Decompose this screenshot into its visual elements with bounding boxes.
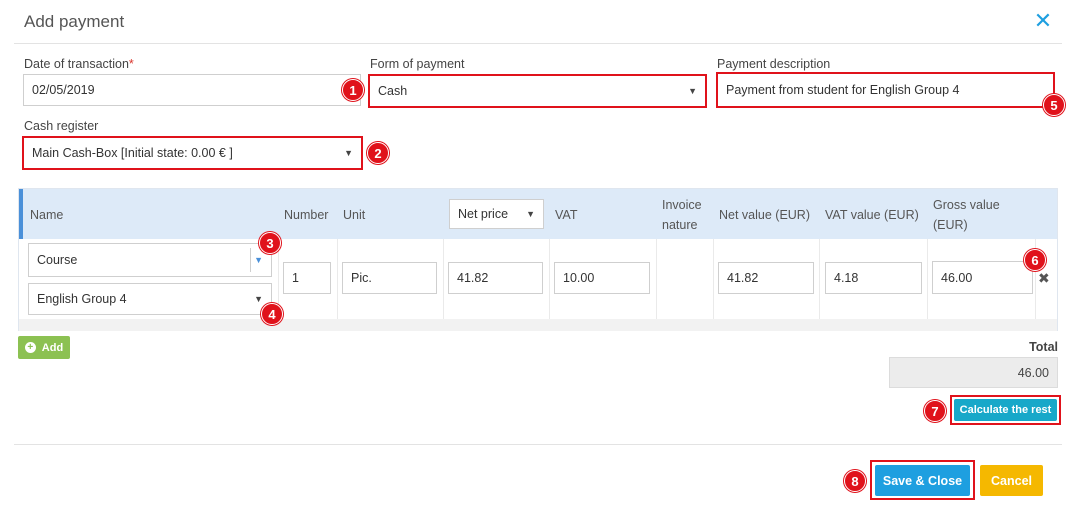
column-divider bbox=[713, 239, 714, 319]
annotation-badge-7: 7 bbox=[924, 400, 946, 422]
date-field[interactable]: 02/05/2019 bbox=[23, 74, 361, 106]
annotation-badge-8: 8 bbox=[844, 470, 866, 492]
vat-input[interactable]: 10.00 bbox=[554, 262, 650, 294]
gross-value-input[interactable]: 46.00 bbox=[932, 261, 1033, 294]
net-price-input[interactable]: 41.82 bbox=[448, 262, 543, 294]
date-value: 02/05/2019 bbox=[32, 83, 95, 97]
plus-circle-icon: + bbox=[24, 342, 36, 353]
name-type-value: Course bbox=[37, 253, 78, 267]
save-close-button[interactable]: Save & Close bbox=[875, 465, 970, 496]
dialog-title: Add payment bbox=[24, 12, 125, 31]
calculate-rest-button[interactable]: Calculate the rest bbox=[954, 399, 1057, 421]
column-divider bbox=[443, 239, 444, 319]
total-label: Total bbox=[1029, 340, 1058, 354]
vat-value-input[interactable]: 4.18 bbox=[825, 262, 922, 294]
caret-down-icon: ▼ bbox=[254, 255, 263, 265]
net-value-input[interactable]: 41.82 bbox=[718, 262, 814, 294]
number-input[interactable]: 1 bbox=[283, 262, 331, 294]
header-net-value: Net value (EUR) bbox=[719, 208, 810, 222]
header-number: Number bbox=[284, 208, 329, 222]
header-divider bbox=[14, 43, 1062, 44]
unit-input[interactable]: Pic. bbox=[342, 262, 437, 294]
cancel-button[interactable]: Cancel bbox=[980, 465, 1043, 496]
payment-description-label: Payment description bbox=[717, 57, 831, 71]
table-header-accent bbox=[19, 189, 23, 239]
price-type-value: Net price bbox=[458, 207, 509, 221]
form-of-payment-value: Cash bbox=[378, 84, 408, 98]
column-divider bbox=[656, 239, 657, 319]
caret-down-icon: ▼ bbox=[254, 294, 263, 304]
table-scrollbar[interactable] bbox=[19, 319, 1057, 331]
table-header: Name Number Unit Net price ▼ VAT Invoice… bbox=[19, 189, 1057, 239]
cash-register-select[interactable]: Main Cash-Box [Initial state: 0.00 € ] ▼ bbox=[22, 136, 363, 170]
total-value: 46.00 bbox=[889, 357, 1058, 388]
header-unit: Unit bbox=[343, 208, 366, 222]
remove-row-icon[interactable]: ✖ bbox=[1038, 270, 1050, 287]
header-vat: VAT bbox=[555, 208, 578, 222]
header-name: Name bbox=[30, 208, 64, 222]
column-divider bbox=[549, 239, 550, 319]
annotation-badge-3: 3 bbox=[259, 232, 281, 254]
header-gross-value: Gross value (EUR) bbox=[933, 198, 1000, 232]
annotation-badge-6: 6 bbox=[1024, 249, 1046, 271]
payment-description-input[interactable]: Payment from student for English Group 4 bbox=[716, 72, 1055, 108]
select-divider bbox=[250, 248, 251, 272]
close-icon[interactable]: ✕ bbox=[1032, 9, 1054, 33]
annotation-badge-5: 5 bbox=[1043, 94, 1065, 116]
required-marker: * bbox=[128, 57, 134, 71]
form-of-payment-label: Form of payment bbox=[370, 57, 465, 71]
annotation-badge-1: 1 bbox=[342, 79, 364, 101]
column-divider bbox=[927, 239, 928, 319]
caret-down-icon: ▼ bbox=[688, 86, 697, 96]
name-item-select[interactable]: English Group 4 ▼ bbox=[28, 283, 272, 315]
form-of-payment-select[interactable]: Cash ▼ bbox=[368, 74, 707, 108]
cash-register-value: Main Cash-Box [Initial state: 0.00 € ] bbox=[32, 146, 233, 160]
header-vat-value: VAT value (EUR) bbox=[825, 208, 919, 222]
name-item-value: English Group 4 bbox=[37, 292, 127, 306]
price-type-select[interactable]: Net price ▼ bbox=[449, 199, 544, 229]
cash-register-label: Cash register bbox=[24, 119, 99, 133]
column-divider bbox=[819, 239, 820, 319]
payment-description-value: Payment from student for English Group 4 bbox=[726, 83, 960, 97]
add-row-button[interactable]: + Add bbox=[18, 336, 70, 359]
header-invoice-nature: Invoice nature bbox=[662, 198, 702, 232]
name-type-select[interactable]: Course ▼ bbox=[28, 243, 272, 277]
caret-down-icon: ▼ bbox=[344, 148, 353, 158]
annotation-badge-2: 2 bbox=[367, 142, 389, 164]
caret-down-icon: ▼ bbox=[526, 209, 535, 219]
annotation-badge-4: 4 bbox=[261, 303, 283, 325]
date-label: Date of transaction* bbox=[24, 57, 134, 71]
footer-divider bbox=[14, 444, 1062, 445]
column-divider bbox=[337, 239, 338, 319]
